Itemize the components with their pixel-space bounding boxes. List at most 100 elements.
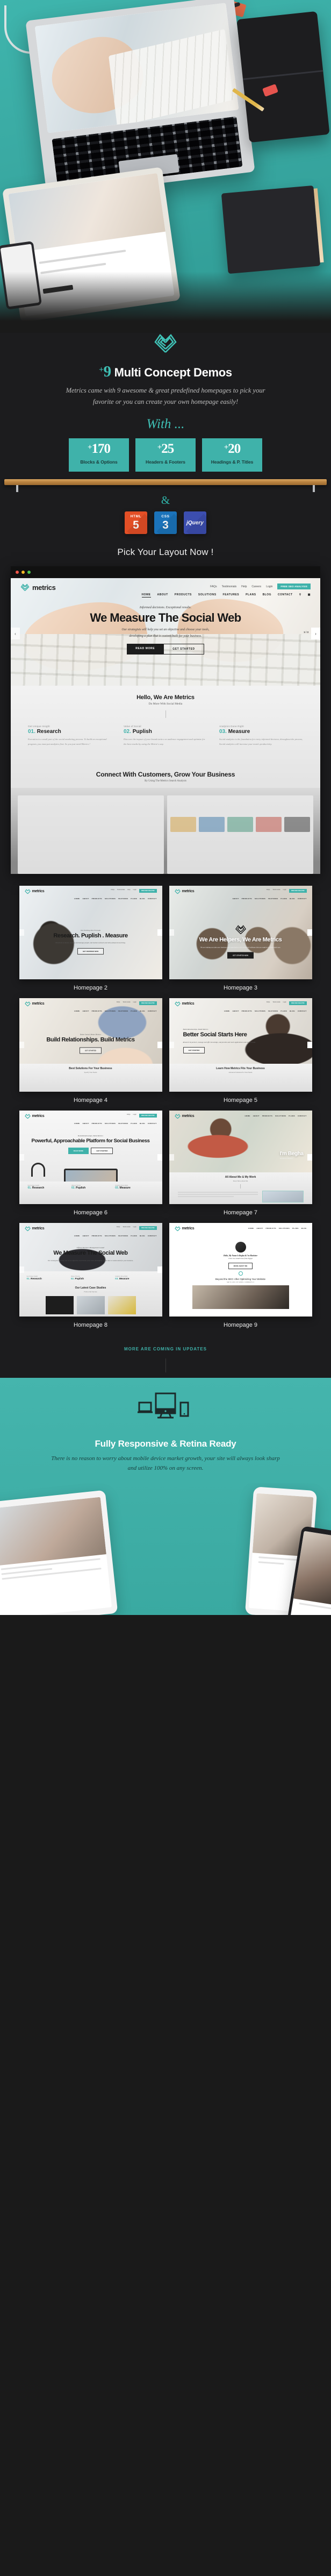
nav-plans[interactable]: PLANS — [246, 593, 256, 597]
demos-heading: +9 Multi Concept Demos — [0, 363, 331, 381]
homepage-thumbnail[interactable]: metrics FAQs Testimonials Login FREE SEO… — [19, 1222, 162, 1317]
homepage-thumbnail[interactable]: metrics FAQs Testimonials Login FREE SEO… — [19, 998, 162, 1092]
util-link-help[interactable]: Help — [241, 585, 247, 588]
read-more-button[interactable]: READ MORE — [127, 644, 164, 655]
slider-prev-arrow[interactable] — [169, 929, 174, 936]
brand-logo[interactable]: metrics — [174, 1114, 195, 1119]
metrics-logo-icon — [235, 925, 246, 935]
homepage-card[interactable]: metrics FAQs Testimonials Login FREE SEO… — [169, 998, 312, 1104]
homepage-card[interactable]: metrics FAQs Testimonials Login FREE SEO… — [169, 885, 312, 991]
metrics-logo-icon — [154, 333, 177, 353]
case-study-thumb[interactable] — [45, 1296, 74, 1315]
nav-home[interactable]: HOME — [141, 593, 151, 598]
slider-next-arrow[interactable] — [157, 1041, 162, 1048]
thumb-cta-button[interactable]: GET STARTED NOW — [227, 952, 254, 959]
slider-prev-arrow[interactable] — [19, 1041, 24, 1048]
nav-features[interactable]: FEATURES — [223, 593, 240, 597]
homepage-thumbnail[interactable]: metrics FAQs Testimonials Login FREE SEO… — [169, 998, 312, 1092]
slider-prev-arrow[interactable] — [19, 1266, 24, 1273]
homepage-label: Homepage 3 — [224, 984, 257, 991]
tech-badges-row: HTML 5 CSS 3 jQuery — [0, 511, 331, 535]
homepage-thumbnail[interactable]: metrics HOME ABOUT PRODUCTS SOLUTIONS PLAN… — [169, 1110, 312, 1204]
brand-logo[interactable]: metrics — [24, 1226, 45, 1232]
slider-prev-arrow[interactable]: ‹ — [11, 628, 20, 640]
wooden-shelf — [4, 479, 327, 493]
slider-next-arrow[interactable] — [307, 929, 312, 936]
case-study-thumb[interactable] — [76, 1296, 105, 1315]
free-seo-analysis-button[interactable]: FREE SEO ANALYSIS — [139, 888, 157, 893]
cta-subtitle: By Using The Metrics Search Analysis — [145, 779, 186, 782]
nav-blog[interactable]: BLOG — [263, 593, 271, 597]
slider-prev-arrow[interactable] — [19, 929, 24, 936]
maximize-icon[interactable] — [27, 571, 31, 574]
thumb-cta-button[interactable]: GET STARTED — [80, 1047, 102, 1054]
homepage-thumbnail[interactable]: metrics FAQs Testimonials Login FREE SEO… — [169, 885, 312, 979]
thumb-cta-button[interactable]: GET INSPIRED NOW — [77, 948, 104, 955]
brand-logo[interactable]: metrics — [20, 583, 56, 592]
homepage-card[interactable]: metrics HOME ABOUT PRODUCTS SOLUTIONS PLAN… — [169, 1110, 312, 1216]
nav-solutions[interactable]: SOLUTIONS — [198, 593, 217, 597]
slider-prev-arrow[interactable] — [169, 1041, 174, 1048]
thumb-cta-button[interactable]: GET STARTED — [183, 1047, 205, 1054]
thumb-cta-button[interactable]: READ MORE — [68, 1148, 89, 1155]
brand-logo[interactable]: metrics — [24, 1114, 45, 1119]
dashboard-preview — [11, 787, 320, 874]
nav-products[interactable]: PRODUCTS — [175, 593, 192, 597]
homepage-card[interactable]: metrics FAQs Testimonials Login FREE SEO… — [19, 1222, 162, 1328]
minimize-icon[interactable] — [21, 571, 25, 574]
thumb-cta-button[interactable]: MORE ABOUT ME — [228, 1262, 253, 1269]
homepage-card[interactable]: metrics FAQs Testimonials Help Login FRE… — [19, 885, 162, 991]
demos-description: Metrics came with 9 awesome & great pred… — [66, 387, 265, 405]
slider-prev-arrow[interactable] — [169, 1154, 174, 1161]
homepage-thumbnail[interactable]: metrics HOME ABOUT PRODUCTS SOLUTIONS PLAN… — [169, 1222, 312, 1317]
main-navigation: HOME ABOUT PRODUCTS SOLUTIONS FEATURES P… — [141, 593, 311, 598]
case-study-thumb[interactable] — [107, 1296, 136, 1315]
slider-next-arrow[interactable] — [157, 929, 162, 936]
thumb-cta-button-2[interactable]: GET STARTED — [91, 1148, 113, 1155]
util-link-testimonials[interactable]: Testimonials — [222, 585, 237, 588]
homepage-label: Homepage 4 — [74, 1097, 107, 1104]
homepage-card[interactable]: metrics FAQs Testimonials Login FREE SEO… — [19, 998, 162, 1104]
hero-desc-line1: Our strategists will help you set an obj… — [121, 628, 210, 632]
close-icon[interactable] — [16, 571, 19, 574]
slider-next-arrow[interactable] — [307, 1041, 312, 1048]
nav-contact[interactable]: CONTACT — [278, 593, 293, 597]
slide-counter: 1 / 3 — [304, 631, 308, 634]
homepage-thumbnail[interactable]: metrics FAQs Testimonials Help Login FRE… — [19, 885, 162, 979]
step-measure: Analytics Done Right 03. Measure Social … — [219, 725, 303, 746]
brand-logo[interactable]: metrics — [174, 889, 195, 894]
slider-next-arrow[interactable] — [157, 1154, 162, 1161]
stat-caption: Headings & P. Titles — [211, 459, 254, 465]
nav-about[interactable]: ABOUT — [157, 593, 168, 597]
homepage-thumbnail[interactable]: metrics FAQs Login FREE SEO ANALYSIS HOM… — [19, 1110, 162, 1204]
brand-logo[interactable]: metrics — [174, 1001, 195, 1007]
homepage-card[interactable]: metrics HOME ABOUT PRODUCTS SOLUTIONS PLAN… — [169, 1222, 312, 1328]
grid-menu-icon[interactable]: ▦ — [308, 593, 311, 597]
devices-photo — [0, 1483, 331, 1616]
hero-title: We Measure The Social Web — [90, 611, 241, 625]
free-seo-analysis-button[interactable]: FREE SEO ANALYSIS — [277, 583, 311, 590]
util-link-login[interactable]: Login — [266, 585, 272, 588]
thumb-title: Research. Puplish . Measure — [53, 932, 128, 939]
demos-title: Multi Concept Demos — [114, 366, 233, 379]
slider-next-arrow[interactable] — [157, 1266, 162, 1273]
stat-box-headings: +20 Headings & P. Titles — [202, 438, 262, 472]
slider-next-arrow[interactable] — [307, 1154, 312, 1161]
brand-logo[interactable]: metrics — [174, 1226, 195, 1232]
brand-logo[interactable]: metrics — [24, 889, 45, 894]
brand-logo[interactable]: metrics — [24, 1001, 45, 1007]
get-started-button[interactable]: GET STARTED — [163, 644, 204, 655]
slider-prev-arrow[interactable] — [19, 1154, 24, 1161]
hero-kicker: Informed decisions. Exceptional results. — [139, 606, 192, 610]
util-link-careers[interactable]: Careers — [251, 585, 261, 588]
slider-next-arrow[interactable]: › — [311, 628, 320, 640]
homepage-card[interactable]: metrics FAQs Login FREE SEO ANALYSIS HOM… — [19, 1110, 162, 1216]
util-link-faqs[interactable]: FAQs — [210, 585, 217, 588]
metrics-logo-icon — [174, 1001, 181, 1007]
intro-title: Hello, We Are Metrics — [136, 694, 195, 701]
search-icon[interactable]: ⚲ — [299, 593, 301, 597]
responsive-text: There is no reason to worry about mobile… — [51, 1455, 280, 1472]
hero-copy: Informed decisions. Exceptional results.… — [11, 606, 320, 655]
laptop-mockup — [25, 0, 255, 197]
homepage-label: Homepage 6 — [74, 1209, 107, 1216]
